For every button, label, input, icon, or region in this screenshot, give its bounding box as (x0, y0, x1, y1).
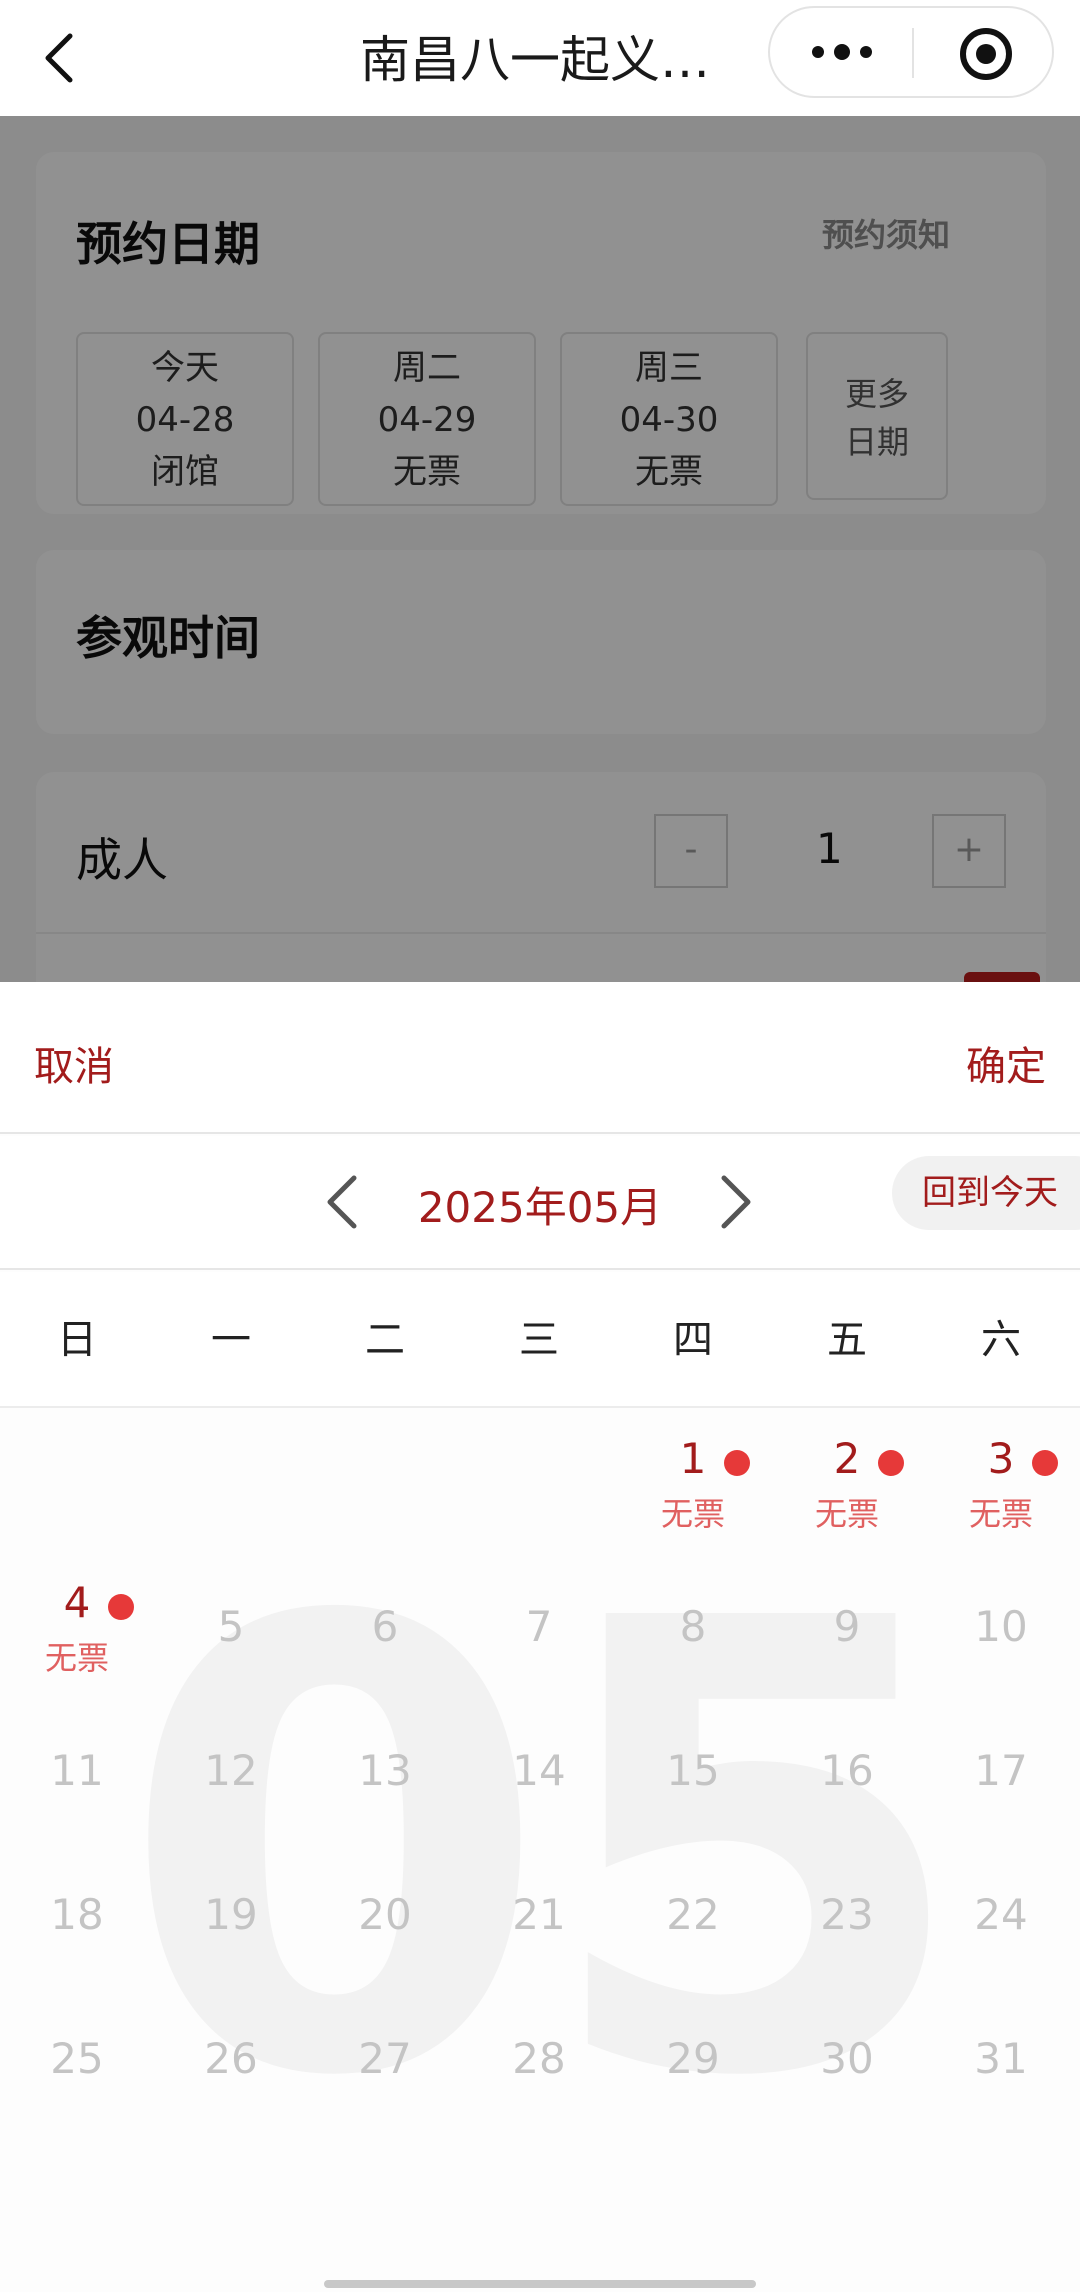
weekday-label: 日 (57, 1317, 97, 1363)
calendar-day[interactable]: 8 (616, 1602, 770, 1746)
calendar-day[interactable]: 23 (770, 1890, 924, 2034)
calendar-day[interactable]: 29 (616, 2034, 770, 2178)
calendar-sheet: 取消 确定 2025年05月 回到今天 日 一 二 三 四 五 六 05 1 无… (0, 982, 1080, 2292)
calendar-day[interactable]: 5 (154, 1602, 308, 1746)
day-number: 31 (974, 2034, 1028, 2083)
day-number: 21 (512, 1890, 566, 1939)
day-status: 无票 (44, 1639, 109, 1677)
calendar-day[interactable]: 20 (308, 1890, 462, 2034)
home-indicator (324, 2280, 756, 2288)
calendar-day[interactable]: 30 (770, 2034, 924, 2178)
day-number: 26 (204, 2034, 258, 2083)
status-dot (878, 1450, 904, 1476)
calendar-day[interactable]: 13 (308, 1746, 462, 1890)
mini-program-capsule (768, 6, 1054, 98)
calendar-day[interactable]: 4 无票 (0, 1578, 154, 1722)
day-number: 24 (974, 1890, 1028, 1939)
day-number: 16 (820, 1746, 874, 1795)
day-number: 20 (358, 1890, 412, 1939)
capsule-divider (912, 28, 914, 78)
weekday-label: 六 (981, 1317, 1021, 1363)
calendar-grid: 1 无票 2 无票 3 无票 4 无票 5 6 7 8 9 10 11 12 1… (0, 1412, 1080, 2132)
modal-overlay[interactable] (0, 116, 1080, 982)
day-number: 5 (217, 1602, 245, 1651)
day-status: 无票 (968, 1495, 1033, 1533)
day-status: 无票 (660, 1495, 725, 1533)
day-number: 29 (666, 2034, 720, 2083)
day-number: 6 (371, 1602, 399, 1651)
calendar-day[interactable]: 14 (462, 1746, 616, 1890)
nav-bar: 南昌八一起义… (0, 0, 1080, 116)
calendar-day[interactable]: 2 无票 (770, 1434, 924, 1578)
current-month: 2025年05月 (417, 1183, 663, 1232)
calendar-day[interactable]: 26 (154, 2034, 308, 2178)
weekday-label: 五 (827, 1317, 867, 1363)
calendar-day[interactable]: 31 (924, 2034, 1078, 2178)
confirm-button[interactable]: 确定 (966, 1034, 1046, 1092)
back-to-today-button[interactable]: 回到今天 (892, 1156, 1080, 1230)
weekday-label: 四 (673, 1317, 713, 1363)
day-number: 30 (820, 2034, 874, 2083)
calendar-day[interactable]: 25 (0, 2034, 154, 2178)
calendar-day[interactable]: 7 (462, 1602, 616, 1746)
day-number: 12 (204, 1746, 258, 1795)
calendar-day[interactable]: 28 (462, 2034, 616, 2178)
calendar-day[interactable]: 6 (308, 1602, 462, 1746)
calendar-day[interactable]: 18 (0, 1890, 154, 2034)
day-number: 17 (974, 1746, 1028, 1795)
calendar-day[interactable]: 16 (770, 1746, 924, 1890)
weekday-label: 三 (519, 1317, 559, 1363)
calendar-day[interactable]: 3 无票 (924, 1434, 1078, 1578)
calendar-day[interactable]: 10 (924, 1602, 1078, 1746)
calendar-day[interactable]: 21 (462, 1890, 616, 2034)
chevron-left-icon[interactable] (322, 1172, 362, 1232)
day-number: 11 (50, 1746, 104, 1795)
calendar-day[interactable]: 11 (0, 1746, 154, 1890)
calendar-day[interactable]: 12 (154, 1746, 308, 1890)
chevron-left-icon[interactable] (40, 30, 80, 86)
status-dot (108, 1594, 134, 1620)
day-number: 10 (974, 1602, 1028, 1651)
target-close-icon[interactable] (960, 28, 1012, 80)
day-number: 9 (833, 1602, 861, 1651)
day-number: 22 (666, 1890, 720, 1939)
calendar-day[interactable]: 19 (154, 1890, 308, 2034)
month-switcher: 2025年05月 回到今天 (0, 1136, 1080, 1270)
cancel-button[interactable]: 取消 (34, 1034, 114, 1092)
weekday-label: 二 (365, 1317, 405, 1363)
weekday-header: 日 一 二 三 四 五 六 (0, 1272, 1080, 1408)
page-title: 南昌八一起义… (360, 31, 710, 89)
day-number: 7 (525, 1602, 553, 1651)
calendar-day[interactable]: 1 无票 (616, 1434, 770, 1578)
day-status: 无票 (814, 1495, 879, 1533)
calendar-day[interactable]: 27 (308, 2034, 462, 2178)
day-number: 28 (512, 2034, 566, 2083)
calendar-day[interactable]: 9 (770, 1602, 924, 1746)
day-number: 19 (204, 1890, 258, 1939)
status-dot (1032, 1450, 1058, 1476)
day-number: 13 (358, 1746, 412, 1795)
weekday-label: 一 (211, 1317, 251, 1363)
chevron-right-icon[interactable] (716, 1172, 756, 1232)
day-number: 18 (50, 1890, 104, 1939)
day-number: 23 (820, 1890, 874, 1939)
day-number: 27 (358, 2034, 412, 2083)
calendar-day[interactable]: 24 (924, 1890, 1078, 2034)
day-number: 15 (666, 1746, 720, 1795)
status-dot (724, 1450, 750, 1476)
more-dots-icon[interactable] (770, 8, 913, 96)
calendar-day[interactable]: 17 (924, 1746, 1078, 1890)
calendar-day[interactable]: 22 (616, 1890, 770, 2034)
sheet-header: 取消 确定 (0, 982, 1080, 1134)
day-number: 25 (50, 2034, 104, 2083)
day-number: 14 (512, 1746, 566, 1795)
calendar-day[interactable]: 15 (616, 1746, 770, 1890)
day-number: 8 (679, 1602, 707, 1651)
